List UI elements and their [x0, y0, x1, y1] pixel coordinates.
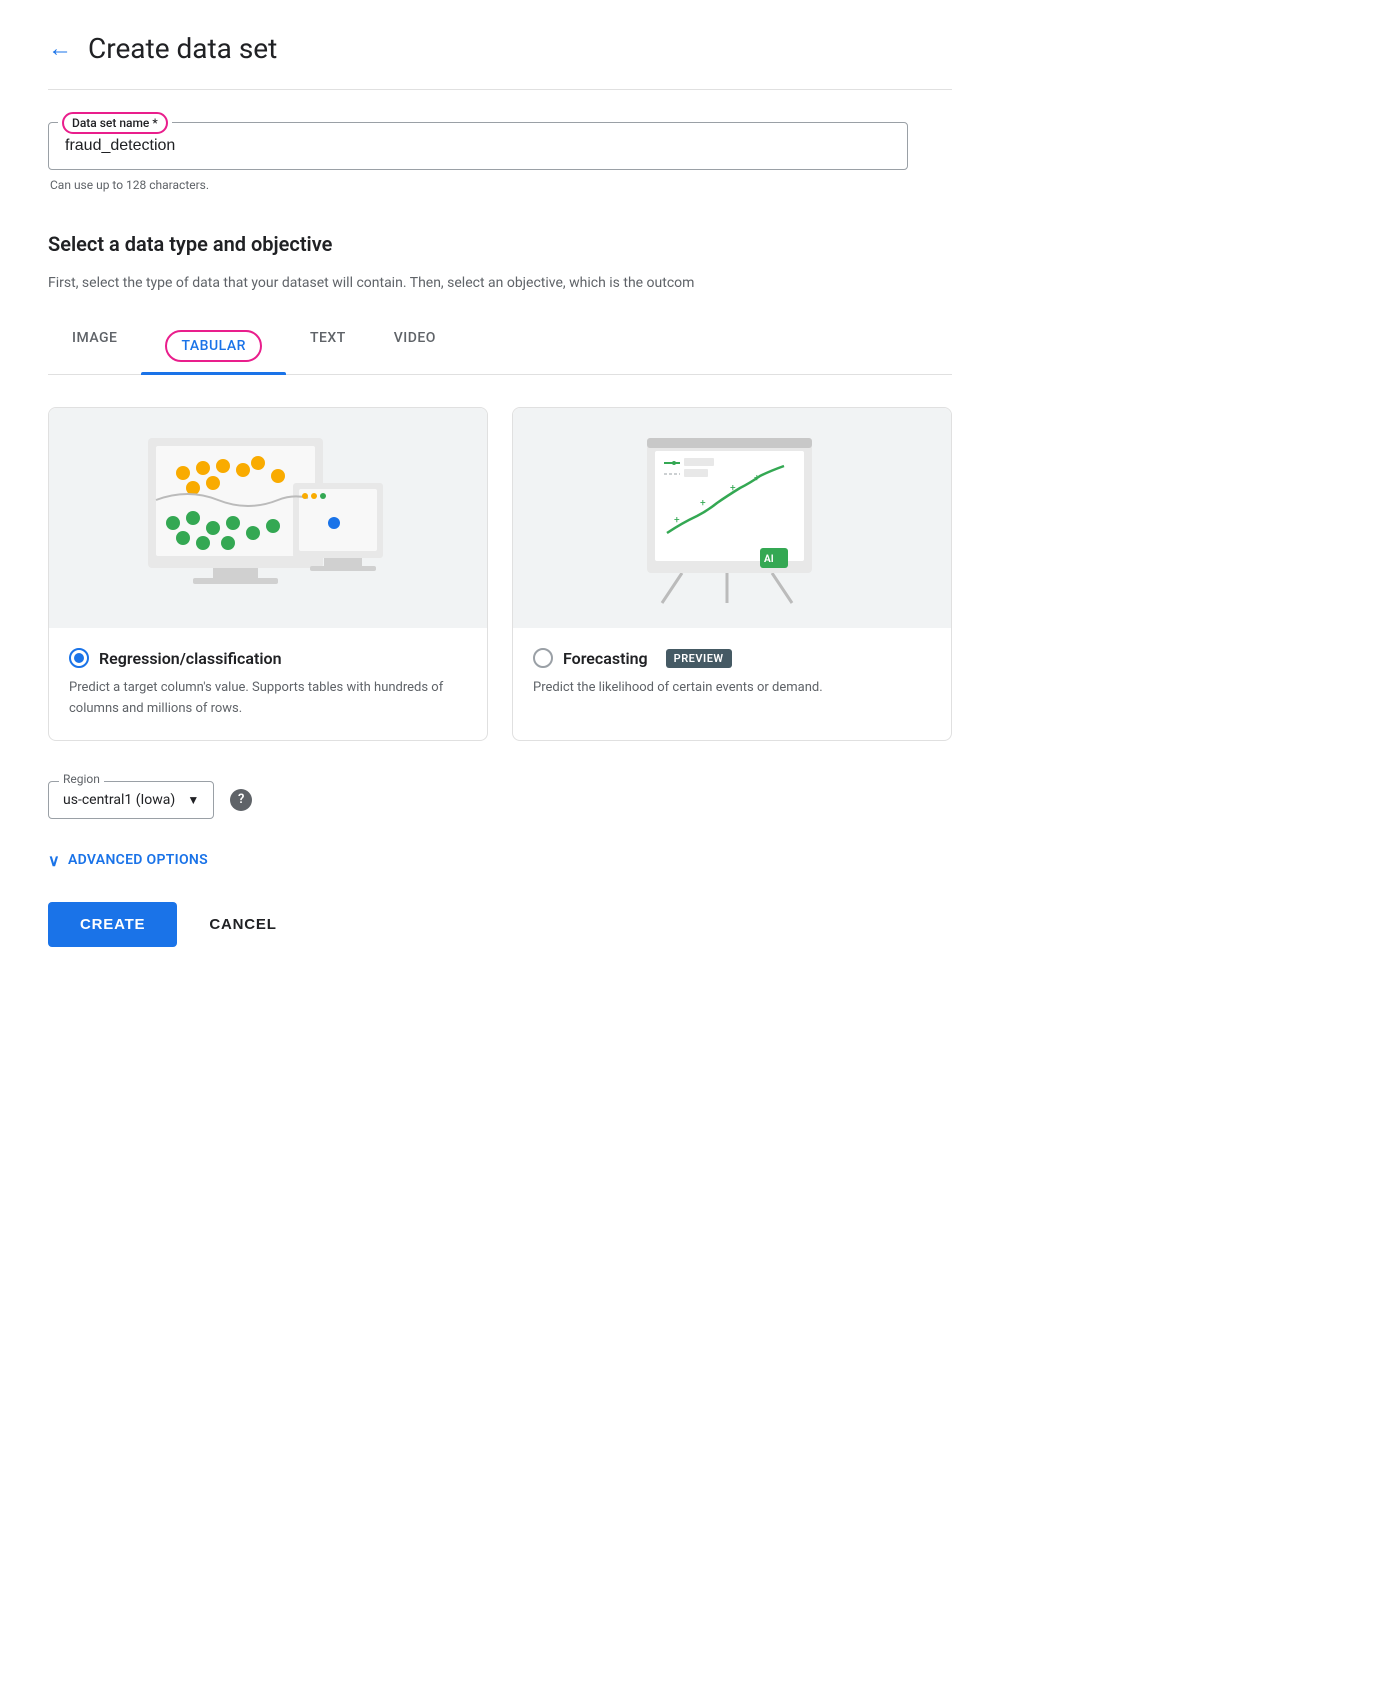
dataset-name-label: Data set name * — [58, 112, 172, 134]
dropdown-arrow-icon: ▼ — [187, 793, 199, 807]
preview-badge: PREVIEW — [666, 649, 732, 668]
page-header: ← Create data set — [48, 32, 952, 65]
radio-regression-inner — [74, 653, 84, 663]
card-forecasting-desc: Predict the likelihood of certain events… — [533, 678, 931, 699]
region-section: Region us-central1 (Iowa) ▼ ? — [48, 781, 952, 819]
dataset-name-section: Data set name * Can use up to 128 charac… — [48, 122, 952, 192]
card-forecasting[interactable]: + + + + AI Forecasting PREVIEW — [512, 407, 952, 741]
card-forecasting-image: + + + + AI — [513, 408, 951, 628]
svg-text:+: + — [700, 498, 706, 509]
region-dropdown[interactable]: Region us-central1 (Iowa) ▼ — [48, 781, 214, 819]
svg-text:AI: AI — [764, 554, 774, 565]
card-regression-radio-row: Regression/classification — [69, 648, 467, 668]
svg-text:+: + — [730, 483, 736, 494]
cards-row: Regression/classification Predict a targ… — [48, 407, 952, 741]
svg-text:+: + — [754, 473, 760, 484]
radio-forecasting[interactable] — [533, 648, 553, 668]
back-button[interactable]: ← — [48, 34, 72, 63]
actions-row: CREATE CANCEL — [48, 902, 952, 947]
section-title: Select a data type and objective — [48, 232, 952, 256]
scatter-plot-icon — [128, 428, 408, 608]
tab-tabular[interactable]: TABULAR — [141, 318, 285, 374]
card-regression-image — [49, 408, 487, 628]
forecasting-chart-icon: + + + + AI — [592, 428, 872, 608]
card-regression[interactable]: Regression/classification Predict a targ… — [48, 407, 488, 741]
dataset-name-input[interactable] — [48, 122, 908, 170]
tab-video[interactable]: VIDEO — [370, 318, 460, 374]
card-forecasting-content: Forecasting PREVIEW Predict the likeliho… — [513, 628, 951, 719]
dataset-name-hint: Can use up to 128 characters. — [50, 178, 952, 192]
section-desc: First, select the type of data that your… — [48, 272, 952, 294]
region-label: Region — [59, 772, 104, 786]
header-divider — [48, 89, 952, 90]
chevron-down-icon: ∨ — [48, 851, 60, 870]
create-button[interactable]: CREATE — [48, 902, 177, 947]
tabs-row: IMAGE TABULAR TEXT VIDEO — [48, 318, 952, 375]
tab-image[interactable]: IMAGE — [48, 318, 141, 374]
help-icon[interactable]: ? — [230, 789, 252, 811]
page-title: Create data set — [88, 32, 277, 65]
svg-text:+: + — [674, 515, 680, 526]
card-regression-desc: Predict a target column's value. Support… — [69, 678, 467, 720]
region-value: us-central1 (Iowa) — [63, 792, 175, 808]
tab-text[interactable]: TEXT — [286, 318, 370, 374]
advanced-options-label: ADVANCED OPTIONS — [68, 852, 208, 868]
card-forecasting-label: Forecasting — [563, 649, 648, 668]
radio-regression[interactable] — [69, 648, 89, 668]
dataset-name-field-group: Data set name * — [48, 122, 952, 170]
tab-tabular-highlight: TABULAR — [165, 330, 261, 362]
card-forecasting-radio-row: Forecasting PREVIEW — [533, 648, 931, 668]
card-regression-label: Regression/classification — [99, 649, 282, 668]
dataset-name-label-highlight: Data set name * — [62, 112, 168, 134]
data-type-section: Select a data type and objective First, … — [48, 232, 952, 947]
advanced-options-row[interactable]: ∨ ADVANCED OPTIONS — [48, 851, 952, 870]
cancel-button[interactable]: CANCEL — [201, 902, 284, 947]
card-regression-content: Regression/classification Predict a targ… — [49, 628, 487, 740]
